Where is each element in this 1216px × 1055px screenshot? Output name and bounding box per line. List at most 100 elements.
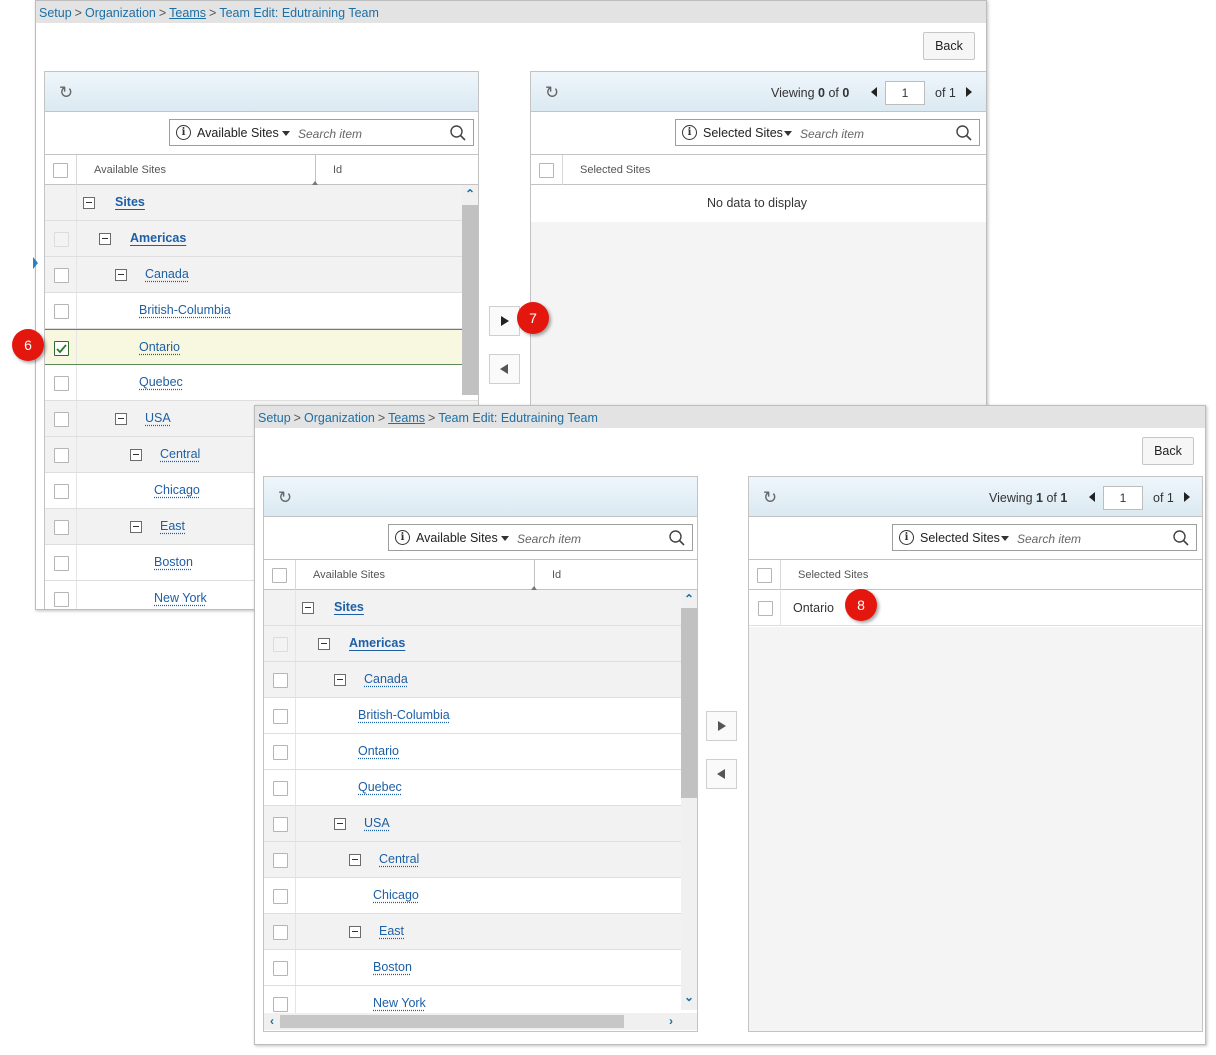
tree-node-canada[interactable]: Canada	[145, 267, 189, 281]
column-available-sites[interactable]: Available Sites	[313, 569, 385, 581]
next-page-icon[interactable]	[1184, 492, 1190, 502]
tree-node-ontario[interactable]: Ontario	[139, 340, 180, 354]
collapse-icon[interactable]	[318, 638, 330, 650]
selected-sites-dropdown[interactable]: Selected Sites	[920, 531, 1000, 545]
tree-node-quebec[interactable]: Quebec	[358, 780, 402, 794]
search-input[interactable]: Search item	[298, 127, 362, 141]
page-input[interactable]: 1	[1103, 486, 1143, 510]
tree-node-quebec[interactable]: Quebec	[139, 375, 183, 389]
tree-node-sites[interactable]: Sites	[115, 195, 145, 209]
column-selected-sites[interactable]: Selected Sites	[798, 569, 868, 581]
column-available-sites[interactable]: Available Sites	[94, 164, 166, 176]
selected-search-box[interactable]: i Selected Sites Search item	[892, 524, 1197, 551]
chevron-up-icon[interactable]: ⌃	[684, 593, 694, 605]
tree-node-chicago[interactable]: Chicago	[373, 888, 419, 902]
vertical-scrollbar[interactable]: ⌃	[462, 185, 478, 395]
tree-row[interactable]: Canada	[45, 257, 478, 293]
tree-node-boston[interactable]: Boston	[373, 960, 412, 974]
row-checkbox[interactable]	[54, 484, 69, 499]
breadcrumb-teams[interactable]: Teams	[388, 411, 425, 425]
chevron-up-icon[interactable]: ⌃	[465, 188, 475, 200]
search-input[interactable]: Search item	[1017, 532, 1081, 546]
back-button[interactable]: Back	[923, 32, 975, 60]
select-all-checkbox[interactable]	[757, 568, 772, 583]
tree-node-british-columbia[interactable]: British-Columbia	[358, 708, 450, 722]
column-resize-handle[interactable]	[312, 155, 318, 185]
row-checkbox[interactable]	[273, 961, 288, 976]
select-all-checkbox[interactable]	[53, 163, 68, 178]
column-id[interactable]: Id	[552, 569, 561, 581]
collapse-icon[interactable]	[130, 521, 142, 533]
chevron-down-icon[interactable]	[784, 131, 792, 136]
collapse-icon[interactable]	[115, 269, 127, 281]
tree-node-east[interactable]: East	[160, 519, 185, 533]
tree-node-americas[interactable]: Americas	[349, 636, 405, 650]
tree-row[interactable]: Quebec	[45, 365, 478, 401]
chevron-down-icon[interactable]	[282, 131, 290, 136]
available-search-box[interactable]: i Available Sites Search item	[169, 119, 474, 146]
tree-node-central[interactable]: Central	[160, 447, 200, 461]
refresh-icon[interactable]: ↻	[761, 489, 779, 507]
refresh-icon[interactable]: ↻	[543, 84, 561, 102]
refresh-icon[interactable]: ↻	[276, 489, 294, 507]
row-checkbox[interactable]	[54, 520, 69, 535]
breadcrumb-teams[interactable]: Teams	[169, 6, 206, 20]
info-icon[interactable]: i	[899, 530, 914, 545]
search-icon[interactable]	[449, 124, 467, 142]
search-icon[interactable]	[955, 124, 973, 142]
tree-node-canada[interactable]: Canada	[364, 672, 408, 686]
selected-row[interactable]: Ontario	[749, 590, 1202, 626]
tree-row[interactable]: Ontario	[264, 734, 697, 770]
vertical-scrollbar[interactable]: ⌃ ⌄	[681, 590, 697, 1010]
tree-node-new-york[interactable]: New York	[154, 591, 207, 605]
row-checkbox[interactable]	[273, 709, 288, 724]
next-page-icon[interactable]	[966, 87, 972, 97]
row-checkbox[interactable]	[54, 448, 69, 463]
tree-row[interactable]: Canada	[264, 662, 697, 698]
row-checkbox[interactable]	[273, 745, 288, 760]
row-checkbox[interactable]	[54, 412, 69, 427]
info-icon[interactable]: i	[176, 125, 191, 140]
row-checkbox[interactable]	[54, 376, 69, 391]
chevron-down-icon[interactable]	[1001, 536, 1009, 541]
prev-page-icon[interactable]	[1089, 492, 1095, 502]
collapse-icon[interactable]	[334, 818, 346, 830]
tree-node-chicago[interactable]: Chicago	[154, 483, 200, 497]
tree-row[interactable]: British-Columbia	[45, 293, 478, 329]
collapse-icon[interactable]	[83, 197, 95, 209]
tree-node-usa[interactable]: USA	[145, 411, 171, 425]
tree-row[interactable]: Americas	[264, 626, 697, 662]
tree-row[interactable]: Quebec	[264, 770, 697, 806]
collapse-icon[interactable]	[99, 233, 111, 245]
select-all-checkbox[interactable]	[272, 568, 287, 583]
row-checkbox[interactable]	[273, 817, 288, 832]
tree-node-americas[interactable]: Americas	[130, 231, 186, 245]
breadcrumb-setup[interactable]: Setup	[39, 6, 72, 20]
collapse-icon[interactable]	[115, 413, 127, 425]
tree-node-british-columbia[interactable]: British-Columbia	[139, 303, 231, 317]
search-input[interactable]: Search item	[517, 532, 581, 546]
chevron-left-icon[interactable]: ‹	[267, 1015, 277, 1027]
column-id[interactable]: Id	[333, 164, 342, 176]
select-all-checkbox[interactable]	[539, 163, 554, 178]
row-checkbox[interactable]	[273, 925, 288, 940]
tree-node-new-york[interactable]: New York	[373, 996, 426, 1010]
tree-row-selected[interactable]: Ontario	[45, 329, 478, 365]
chevron-down-icon[interactable]: ⌄	[684, 991, 694, 1003]
tree-node-ontario[interactable]: Ontario	[358, 744, 399, 758]
collapse-icon[interactable]	[349, 854, 361, 866]
tree-node-sites[interactable]: Sites	[334, 600, 364, 614]
collapse-icon[interactable]	[302, 602, 314, 614]
tree-row[interactable]: Boston	[264, 950, 697, 986]
breadcrumb-organization[interactable]: Organization	[85, 6, 156, 20]
breadcrumb-organization[interactable]: Organization	[304, 411, 375, 425]
row-checkbox[interactable]	[273, 853, 288, 868]
tree-node-usa[interactable]: USA	[364, 816, 390, 830]
info-icon[interactable]: i	[395, 530, 410, 545]
row-checkbox[interactable]	[54, 268, 69, 283]
remove-from-selected-button[interactable]	[706, 759, 737, 789]
horizontal-scrollbar[interactable]: ‹ ›	[264, 1013, 697, 1030]
column-selected-sites[interactable]: Selected Sites	[580, 164, 650, 176]
tree-row[interactable]: Americas	[45, 221, 478, 257]
back-button[interactable]: Back	[1142, 437, 1194, 465]
